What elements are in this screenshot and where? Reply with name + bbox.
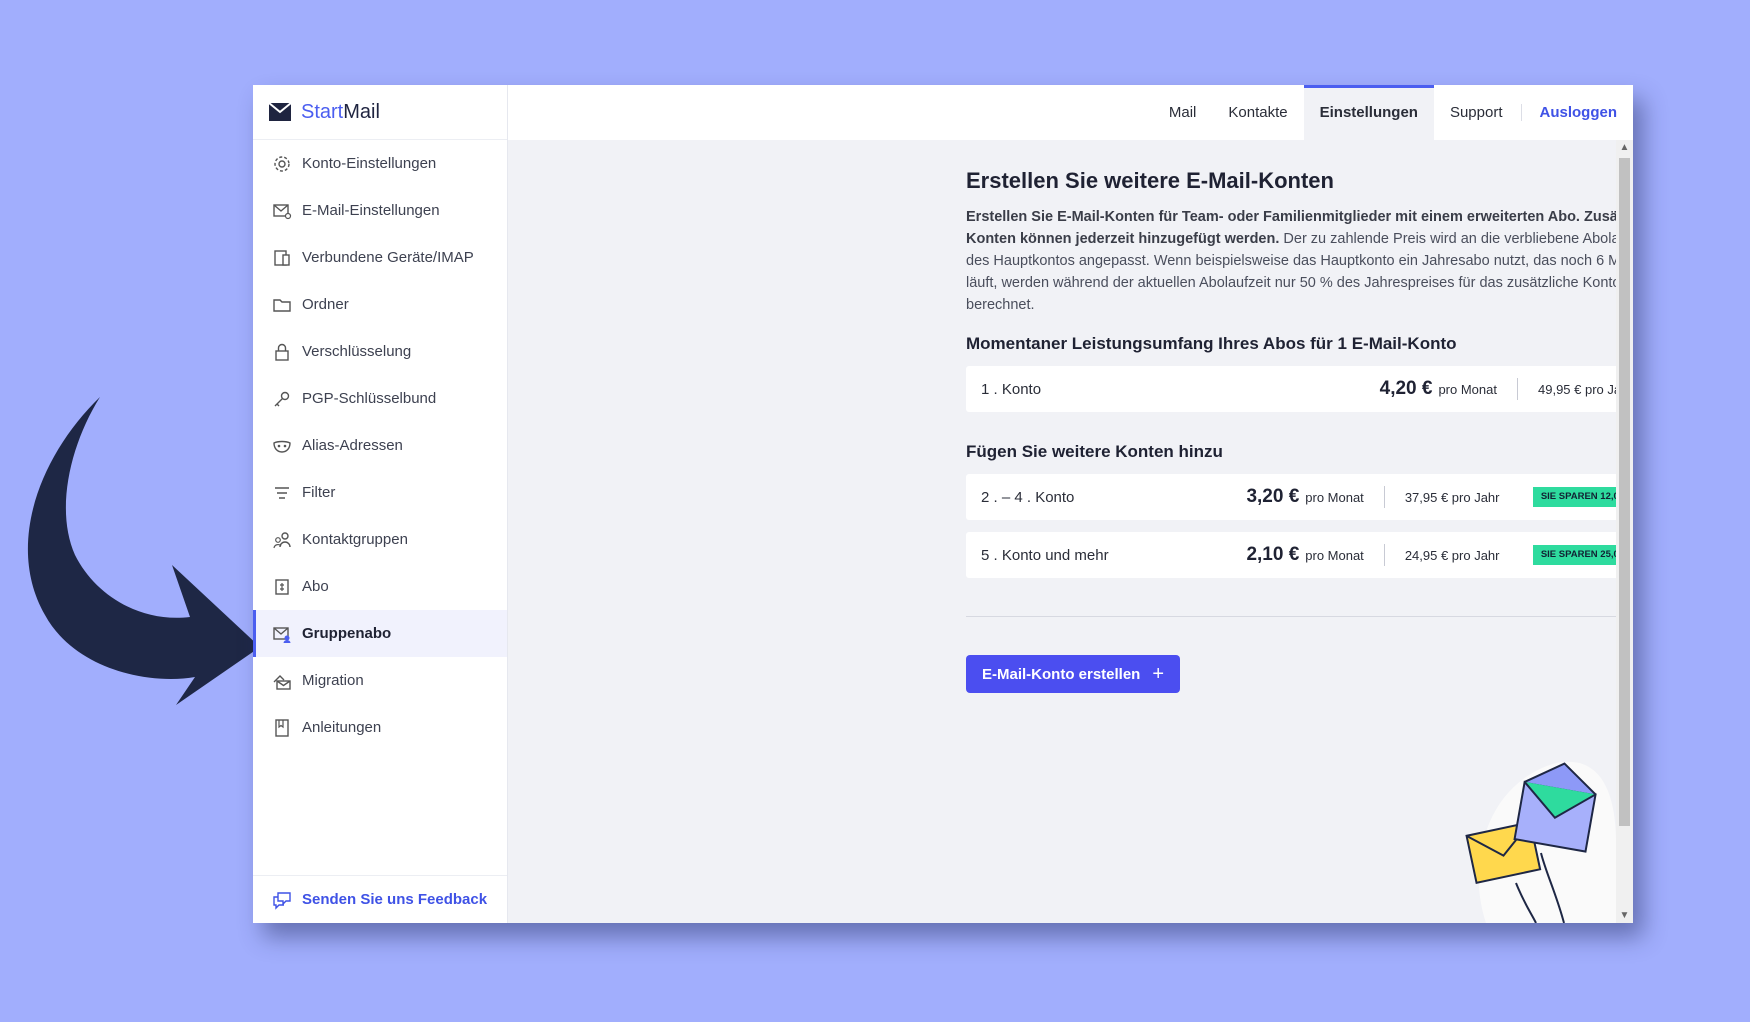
group-subscription-panel: Erstellen Sie weitere E-Mail-Konten Erst…	[966, 166, 1616, 693]
contact-group-icon	[273, 531, 291, 548]
add-accounts-heading: Fügen Sie weitere Konten hinzu	[966, 442, 1223, 461]
sidebar-item-label: E-Mail-Einstellungen	[302, 202, 440, 219]
nav-mail[interactable]: Mail	[1153, 85, 1213, 140]
plan-per-month: pro Monat	[1438, 381, 1497, 397]
sidebar-item-email-einstellungen[interactable]: E-Mail-Einstellungen	[253, 187, 507, 234]
sidebar-item-label: Konto-Einstellungen	[302, 155, 437, 172]
sidebar-item-label: Ordner	[302, 296, 349, 313]
envelopes-illustration	[1465, 761, 1616, 923]
scroll-down-icon[interactable]: ▼	[1616, 908, 1633, 923]
sidebar-item-label: Migration	[302, 672, 364, 689]
nav-separator	[1520, 104, 1522, 121]
sidebar-item-kontaktgruppen[interactable]: Kontaktgruppen	[253, 516, 507, 563]
feedback-label: Senden Sie uns Feedback	[302, 891, 488, 908]
sidebar-item-ordner[interactable]: Ordner	[253, 281, 507, 328]
filter-icon	[275, 486, 289, 499]
plan-separator	[1517, 378, 1518, 400]
sidebar-item-pgp-schluesselbund[interactable]: PGP-Schlüsselbund	[253, 375, 507, 422]
create-button-label: E-Mail-Konto erstellen	[982, 665, 1141, 683]
plan-price: 2,10 €	[1246, 544, 1300, 565]
page-description: Erstellen Sie E-Mail-Konten für Team- od…	[966, 206, 1616, 316]
sidebar-item-gruppenabo[interactable]: Gruppenabo	[253, 610, 507, 657]
sidebar-item-label: Verbundene Geräte/IMAP	[302, 249, 474, 266]
plan-name: 1 . Konto	[981, 380, 1042, 398]
plan-row-2-4: 2 . – 4 . Konto 3,20 € pro Monat 37,95 €…	[966, 474, 1616, 520]
sidebar-item-verbundene-geraete[interactable]: Verbundene Geräte/IMAP	[253, 234, 507, 281]
plus-icon: +	[1152, 663, 1165, 685]
sidebar-nav: Konto-Einstellungen E-Mail-Einstellungen…	[253, 140, 507, 751]
nav-support[interactable]: Support	[1434, 85, 1519, 140]
nav-einstellungen[interactable]: Einstellungen	[1303, 85, 1434, 140]
sidebar-item-anleitungen[interactable]: Anleitungen	[253, 704, 507, 751]
current-plan-row: 1 . Konto 4,20 € pro Monat 49,95 € pro J…	[966, 366, 1616, 412]
sidebar-item-label: Kontaktgruppen	[302, 531, 408, 548]
sidebar-item-label: Abo	[302, 578, 329, 595]
startmail-logo[interactable]: StartMail	[253, 85, 507, 140]
sidebar-item-filter[interactable]: Filter	[253, 469, 507, 516]
vertical-scrollbar[interactable]: ▲ ▼	[1616, 140, 1633, 923]
sidebar: StartMail Konto-Einstellungen E-Mail-Ein…	[253, 85, 508, 923]
scroll-up-icon[interactable]: ▲	[1616, 140, 1633, 155]
plan-separator	[1383, 544, 1385, 566]
sidebar-item-verschluesselung[interactable]: Verschlüsselung	[253, 328, 507, 375]
sidebar-item-label: Verschlüsselung	[302, 343, 412, 360]
mail-settings-icon	[273, 203, 292, 219]
sidebar-item-abo[interactable]: Abo	[253, 563, 507, 610]
savings-badge: SIE SPAREN 25,00 €	[1532, 545, 1616, 565]
plan-separator	[1383, 486, 1385, 508]
plan-name: 5 . Konto und mehr	[981, 546, 1109, 564]
sidebar-item-label: Anleitungen	[302, 719, 382, 736]
gear-icon	[274, 155, 290, 172]
plan-price: 4,20 €	[1379, 378, 1433, 399]
devices-icon	[274, 249, 290, 266]
logo-text: StartMail	[301, 100, 380, 123]
current-plan-heading: Momentaner Leistungsumfang Ihres Abos fü…	[966, 334, 1457, 353]
chat-bubbles-icon	[273, 891, 291, 910]
plan-name: 2 . – 4 . Konto	[981, 488, 1075, 506]
book-icon	[275, 718, 289, 737]
top-nav: Mail Kontakte Einstellungen Support Ausl…	[508, 85, 1633, 141]
feedback-link[interactable]: Senden Sie uns Feedback	[253, 875, 507, 923]
sidebar-item-label: Alias-Adressen	[302, 437, 403, 454]
pointer-arrow-icon	[27, 397, 260, 705]
group-mail-icon	[273, 626, 291, 643]
sidebar-item-alias-adressen[interactable]: Alias-Adressen	[253, 422, 507, 469]
key-icon	[274, 391, 290, 406]
plan-per-month: pro Monat	[1305, 489, 1364, 505]
app-window: StartMail Konto-Einstellungen E-Mail-Ein…	[253, 85, 1633, 923]
sidebar-item-konto-einstellungen[interactable]: Konto-Einstellungen	[253, 140, 507, 187]
plan-per-month: pro Monat	[1305, 547, 1364, 563]
logout-link[interactable]: Ausloggen	[1524, 85, 1634, 140]
content-area: Erstellen Sie weitere E-Mail-Konten Erst…	[508, 140, 1616, 923]
plan-per-year: 37,95 € pro Jahr	[1404, 489, 1500, 505]
page-title: Erstellen Sie weitere E-Mail-Konten	[966, 168, 1334, 193]
migration-icon	[273, 674, 291, 690]
section-divider	[966, 616, 1616, 617]
plan-row-5-plus: 5 . Konto und mehr 2,10 € pro Monat 24,9…	[966, 532, 1616, 578]
scrollbar-thumb[interactable]	[1619, 158, 1630, 826]
sidebar-item-label: Gruppenabo	[302, 625, 392, 642]
sidebar-item-migration[interactable]: Migration	[253, 657, 507, 704]
sidebar-item-label: Filter	[302, 484, 336, 501]
nav-kontakte[interactable]: Kontakte	[1212, 85, 1303, 140]
savings-badge: SIE SPAREN 12,00 €	[1532, 487, 1616, 507]
envelope-logo-icon	[269, 103, 291, 121]
create-email-account-button[interactable]: E-Mail-Konto erstellen +	[966, 655, 1181, 693]
sidebar-item-label: PGP-Schlüsselbund	[302, 390, 437, 407]
mask-icon	[273, 440, 291, 453]
plan-per-year: 24,95 € pro Jahr	[1404, 547, 1500, 563]
plan-per-year: 49,95 € pro Jahr	[1538, 381, 1616, 397]
lock-icon	[275, 343, 289, 361]
subscription-icon	[275, 578, 289, 595]
folder-icon	[273, 298, 291, 312]
plan-price: 3,20 €	[1246, 486, 1300, 507]
